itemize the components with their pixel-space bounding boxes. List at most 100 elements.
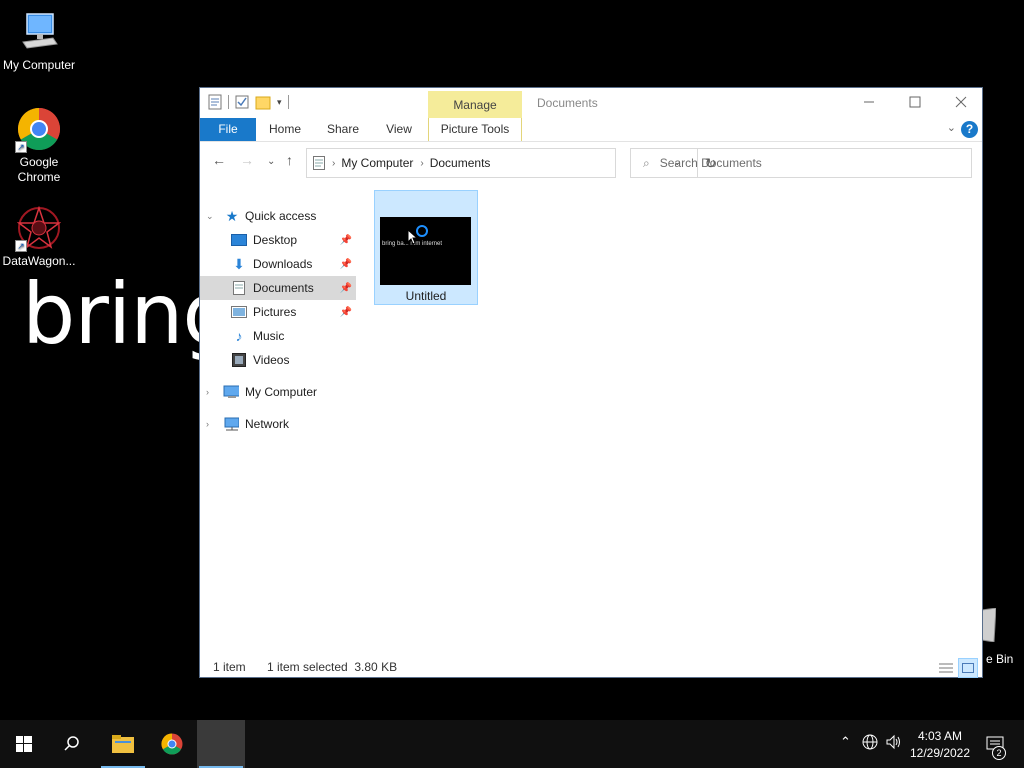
recycle-bin-icon[interactable] bbox=[981, 607, 997, 647]
clock[interactable]: 4:03 AM 12/29/2022 bbox=[904, 728, 976, 762]
taskbar: ⌃ 4:03 AM 12/29/2022 2 bbox=[0, 720, 1024, 768]
nav-label: Videos bbox=[253, 353, 290, 367]
tab-view[interactable]: View bbox=[378, 118, 420, 141]
nav-label: Documents bbox=[253, 281, 314, 295]
new-folder-icon[interactable] bbox=[255, 94, 271, 110]
expand-ribbon-icon[interactable]: ⌄ bbox=[947, 121, 956, 134]
nav-music[interactable]: ♪ Music bbox=[200, 324, 356, 348]
network-globe-icon[interactable] bbox=[862, 734, 878, 753]
computer-icon bbox=[17, 10, 61, 54]
clock-time: 4:03 AM bbox=[917, 729, 963, 743]
help-icon[interactable]: ? bbox=[961, 121, 978, 138]
nav-videos[interactable]: Videos bbox=[200, 348, 356, 372]
tab-share[interactable]: Share bbox=[320, 118, 366, 141]
desktop-icon-my-computer[interactable]: My Computer bbox=[1, 10, 77, 73]
nav-my-computer[interactable]: › My Computer bbox=[200, 380, 356, 404]
minimize-button[interactable] bbox=[846, 88, 892, 116]
back-arrow-icon[interactable]: ← bbox=[212, 152, 226, 168]
selection-info: 1 item selected 3.80 KB bbox=[267, 660, 398, 674]
collapse-chevron-icon[interactable]: ⌄ bbox=[206, 211, 214, 222]
address-bar[interactable]: › My Computer › Documents ⌄ ↻ bbox=[306, 148, 716, 178]
forward-arrow-icon[interactable]: → bbox=[240, 152, 254, 168]
search-icon: ⌕ bbox=[643, 155, 650, 170]
shortcut-arrow-icon: ↗ bbox=[15, 240, 27, 252]
expand-chevron-icon[interactable]: › bbox=[206, 419, 209, 429]
tab-manage[interactable]: Manage bbox=[428, 91, 522, 119]
breadcrumb-documents[interactable]: Documents bbox=[430, 156, 491, 170]
item-count: 1 item bbox=[213, 660, 246, 674]
properties-icon[interactable] bbox=[208, 94, 222, 110]
shortcut-arrow-icon: ↗ bbox=[15, 141, 27, 153]
image-thumbnail: bring ba... mm internet bbox=[380, 217, 471, 285]
show-hidden-icons-chevron-icon[interactable]: ⌃ bbox=[840, 734, 851, 750]
breadcrumb-my-computer[interactable]: My Computer bbox=[341, 156, 413, 170]
documents-icon bbox=[313, 156, 325, 170]
window-title: Documents bbox=[537, 96, 598, 110]
taskbar-active-app[interactable] bbox=[197, 720, 245, 768]
desktop-icon-label: My Computer bbox=[2, 58, 76, 72]
nav-documents[interactable]: Documents 📌 bbox=[200, 276, 356, 300]
nav-label: Downloads bbox=[253, 257, 313, 271]
notification-badge: 2 bbox=[992, 746, 1006, 760]
computer-icon bbox=[223, 384, 239, 400]
navigation-bar: ← → ⌄ ↑ › My Computer › Documents ⌄ ↻ ⌕ … bbox=[200, 142, 982, 182]
start-button[interactable] bbox=[0, 720, 48, 768]
nav-label: Pictures bbox=[253, 305, 297, 319]
breadcrumb-separator-icon: › bbox=[332, 157, 336, 169]
desktop: bring My Computer ↗ Google Chrome ↗ Data… bbox=[0, 0, 1024, 720]
desktop-icon-label: Google Chrome bbox=[17, 155, 61, 184]
folder-icon bbox=[112, 735, 134, 753]
search-button[interactable] bbox=[48, 720, 96, 768]
volume-icon[interactable] bbox=[886, 734, 902, 753]
film-icon bbox=[231, 352, 247, 368]
pin-icon[interactable]: 📌 bbox=[340, 259, 352, 270]
chrome-icon bbox=[161, 733, 183, 755]
up-arrow-icon[interactable]: ↑ bbox=[286, 152, 293, 168]
recycle-bin-label: e Bin bbox=[986, 652, 1014, 666]
taskbar-chrome[interactable] bbox=[148, 720, 196, 768]
close-button[interactable] bbox=[938, 88, 984, 116]
taskbar-file-explorer[interactable] bbox=[99, 720, 147, 768]
chrome-icon: ↗ bbox=[15, 107, 61, 153]
documents-icon bbox=[231, 280, 247, 296]
nav-network[interactable]: › Network bbox=[200, 412, 356, 436]
tab-home[interactable]: Home bbox=[262, 118, 308, 141]
ribbon-tabs: File Home Share View Picture Tools ⌄ ? bbox=[200, 118, 982, 142]
tab-picture-tools[interactable]: Picture Tools bbox=[428, 118, 522, 141]
file-name: Untitled bbox=[405, 289, 447, 303]
nav-label: Quick access bbox=[245, 209, 317, 223]
desktop-icon-datawagon[interactable]: ↗ DataWagon... bbox=[1, 205, 77, 269]
nav-downloads[interactable]: ⬇ Downloads 📌 bbox=[200, 252, 356, 276]
nav-label: My Computer bbox=[245, 385, 318, 399]
windows-logo-icon bbox=[16, 736, 32, 752]
desktop-icon-chrome[interactable]: ↗ Google Chrome bbox=[1, 107, 77, 185]
nav-quick-access[interactable]: ⌄ ★ Quick access bbox=[200, 204, 356, 228]
large-icons-view-icon[interactable] bbox=[958, 658, 978, 678]
file-list: bring ba... mm internet Untitled bbox=[372, 188, 972, 648]
mouse-cursor-icon bbox=[407, 229, 419, 245]
search-placeholder: Search Documents bbox=[659, 156, 762, 170]
qat-dropdown-icon[interactable]: ▾ bbox=[277, 97, 282, 108]
pin-icon[interactable]: 📌 bbox=[340, 307, 352, 318]
nav-desktop[interactable]: Desktop 📌 bbox=[200, 228, 356, 252]
action-center-button[interactable]: 2 bbox=[980, 720, 1010, 768]
recent-locations-icon[interactable]: ⌄ bbox=[267, 156, 275, 167]
pin-icon[interactable]: 📌 bbox=[340, 235, 352, 246]
file-item-untitled[interactable]: bring ba... mm internet Untitled bbox=[374, 190, 478, 305]
tab-file[interactable]: File bbox=[200, 118, 256, 141]
network-icon bbox=[223, 416, 239, 432]
desktop-icon-label: DataWagon... bbox=[2, 254, 76, 268]
music-note-icon: ♪ bbox=[235, 328, 243, 344]
navigation-pane: ⌄ ★ Quick access Desktop 📌 ⬇ Downloads 📌… bbox=[200, 192, 360, 652]
status-bar: 1 item 1 item selected 3.80 KB bbox=[200, 658, 982, 678]
pin-icon[interactable]: 📌 bbox=[340, 283, 352, 294]
maximize-button[interactable] bbox=[892, 88, 938, 116]
nav-pictures[interactable]: Pictures 📌 bbox=[200, 300, 356, 324]
nav-label: Music bbox=[253, 329, 285, 343]
title-bar[interactable]: ▾ Manage Documents bbox=[200, 88, 984, 119]
details-view-icon[interactable] bbox=[936, 658, 956, 678]
nav-label: Network bbox=[245, 417, 290, 431]
checkmark-icon[interactable] bbox=[235, 94, 249, 110]
search-input[interactable]: ⌕ Search Documents bbox=[630, 148, 972, 178]
expand-chevron-icon[interactable]: › bbox=[206, 387, 209, 397]
